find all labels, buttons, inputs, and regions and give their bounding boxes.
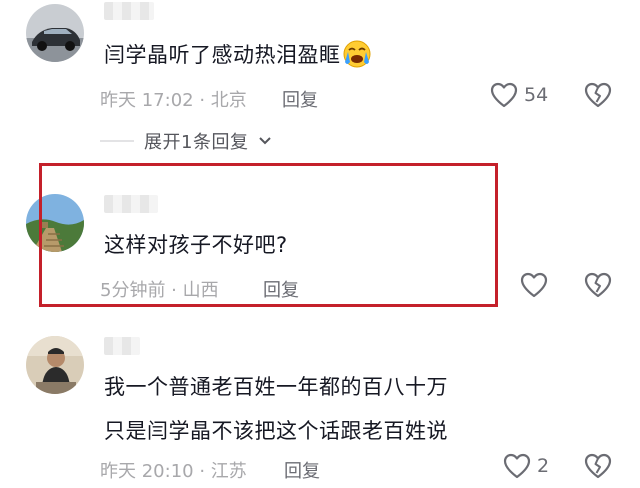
heart-outline-icon bbox=[490, 82, 518, 108]
heart-outline-icon bbox=[503, 453, 531, 479]
expand-replies-button[interactable]: 展开1条回复 bbox=[100, 128, 272, 154]
broken-heart-icon bbox=[584, 272, 612, 298]
reply-button[interactable]: 回复 bbox=[282, 86, 318, 112]
reply-button[interactable]: 回复 bbox=[284, 457, 320, 483]
dislike-button[interactable] bbox=[584, 272, 612, 302]
username-blurred[interactable] bbox=[104, 2, 154, 20]
comment-text-line-1: 我一个普通老百姓一年都的百八十万 bbox=[104, 375, 448, 399]
avatar-person[interactable] bbox=[26, 336, 84, 394]
dislike-button[interactable] bbox=[584, 82, 612, 112]
broken-heart-icon bbox=[584, 453, 612, 479]
comment-text-line-2: 只是闫学晶不该把这个话跟老百姓说 bbox=[104, 419, 448, 443]
divider-line bbox=[100, 140, 134, 142]
broken-heart-icon bbox=[584, 82, 612, 108]
comment-text: 闫学晶听了感动热泪盈眶 bbox=[104, 40, 371, 75]
dislike-button[interactable] bbox=[584, 453, 612, 483]
like-button[interactable]: 54 bbox=[490, 82, 548, 108]
comment-meta: 昨天 20:10 · 江苏 bbox=[100, 461, 247, 482]
like-count: 2 bbox=[537, 455, 550, 477]
comment-meta: 昨天 17:02 · 北京 bbox=[100, 90, 247, 111]
crying-face-emoji-icon bbox=[343, 40, 371, 75]
highlight-box bbox=[39, 163, 498, 307]
like-count: 54 bbox=[524, 84, 549, 106]
username-blurred[interactable] bbox=[104, 337, 140, 355]
like-button[interactable] bbox=[520, 272, 554, 298]
expand-replies-label: 展开1条回复 bbox=[144, 132, 249, 153]
like-button[interactable]: 2 bbox=[503, 453, 549, 479]
avatar-car[interactable] bbox=[26, 4, 84, 62]
heart-outline-icon bbox=[520, 272, 548, 298]
chevron-down-icon bbox=[259, 137, 272, 145]
